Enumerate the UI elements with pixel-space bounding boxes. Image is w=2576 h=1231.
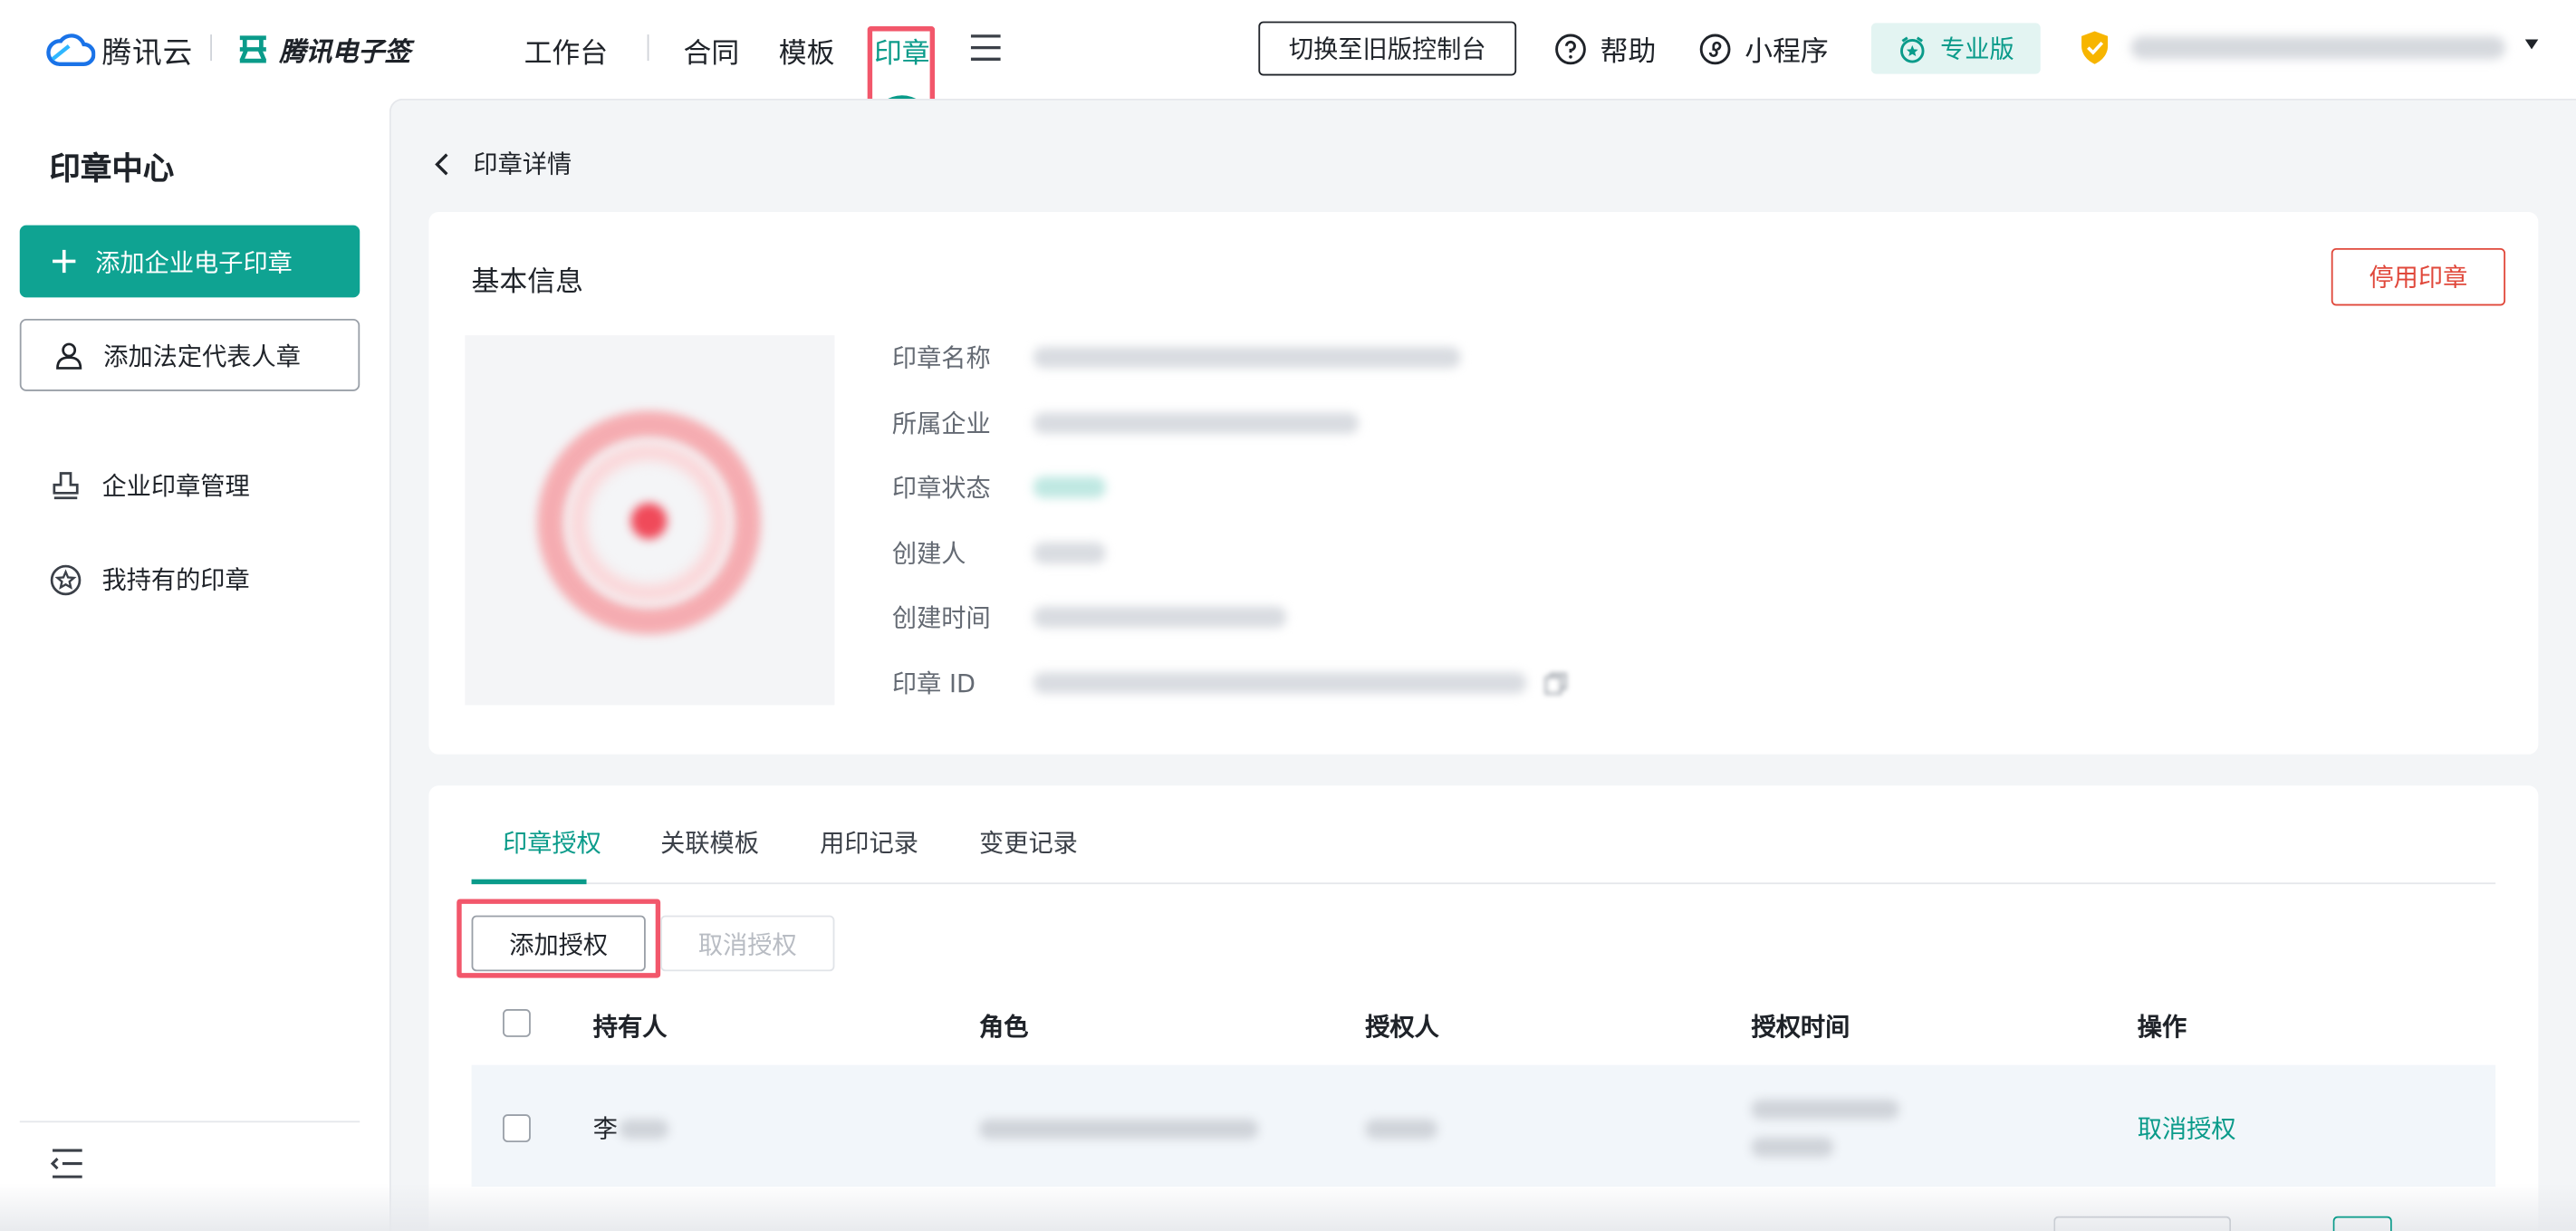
cancel-authorization-button[interactable]: 取消授权: [660, 915, 835, 972]
active-tab-indicator: [471, 879, 587, 885]
field-label: 创建时间: [891, 602, 991, 633]
star-badge-icon: [50, 563, 82, 595]
auth-date-redacted: [1751, 1099, 1899, 1120]
field-seal-id: 印章 ID: [892, 666, 1569, 700]
auth-time-redacted: [1751, 1137, 1834, 1158]
column-header-authorizer: 授权人: [1365, 1012, 1439, 1043]
sidebar-title: 印章中心: [49, 150, 175, 188]
disable-seal-button[interactable]: 停用印章: [2331, 247, 2506, 306]
basic-info-title: 基本信息: [471, 265, 583, 300]
plus-icon: [53, 249, 76, 274]
column-header-actions: 操作: [2137, 1012, 2187, 1043]
tab-linked-templates[interactable]: 关联模板: [660, 825, 759, 860]
esign-mark-icon: [239, 35, 267, 63]
copy-icon[interactable]: [1543, 669, 1569, 696]
menu-icon[interactable]: [969, 33, 1002, 63]
sidebar-item-my-seals[interactable]: 我持有的印章: [49, 563, 250, 597]
field-seal-name: 印章名称: [892, 341, 1461, 375]
page-size-select[interactable]: [2053, 1216, 2232, 1231]
account-dropdown-caret-icon[interactable]: [2524, 39, 2539, 50]
chevron-left-icon[interactable]: [434, 152, 454, 175]
select-all-checkbox[interactable]: [503, 1009, 531, 1037]
sidebar-item-company-seals[interactable]: 企业印章管理: [49, 468, 250, 503]
column-header-auth-time: 授权时间: [1751, 1012, 1850, 1043]
field-label: 创建人: [891, 539, 966, 569]
field-seal-status: 印章状态: [892, 470, 1106, 505]
mini-program-icon: [1699, 33, 1731, 64]
field-value-redacted: [1033, 606, 1287, 629]
nav-workbench[interactable]: 工作台: [524, 30, 609, 71]
account-name-redacted[interactable]: [2130, 35, 2506, 60]
help-icon: [1555, 33, 1586, 64]
collapse-sidebar-icon[interactable]: [49, 1147, 85, 1179]
sidebar-item-label: 企业印章管理: [101, 471, 250, 502]
verified-shield-icon: [2081, 31, 2109, 64]
nav-contract[interactable]: 合同: [684, 30, 740, 71]
field-value-redacted: [1033, 672, 1527, 694]
tab-change-records[interactable]: 变更记录: [979, 825, 1078, 860]
brand-cloud-name: 腾讯云: [101, 35, 194, 72]
add-company-seal-button[interactable]: 添加企业电子印章: [19, 225, 360, 298]
tencent-cloud-logo[interactable]: 腾讯云: [46, 30, 193, 72]
edition-label: 专业版: [1940, 34, 2014, 64]
role-redacted: [979, 1119, 1259, 1140]
row-checkbox[interactable]: [503, 1114, 531, 1143]
add-company-seal-label: 添加企业电子印章: [95, 247, 293, 277]
field-value-redacted: [1033, 412, 1360, 435]
switch-old-console-button[interactable]: 切换至旧版控制台: [1258, 21, 1517, 76]
authorizer-redacted: [1365, 1119, 1438, 1140]
person-icon: [56, 342, 82, 370]
breadcrumb[interactable]: 印章详情: [434, 146, 572, 180]
seal-star-icon: [630, 503, 668, 540]
sidebar-divider: [19, 1120, 360, 1123]
edition-icon: [1899, 35, 1925, 63]
column-header-holder: 持有人: [592, 1012, 668, 1043]
holder-name-redacted: [619, 1119, 669, 1140]
row-cancel-authorization-link[interactable]: 取消授权: [2138, 1111, 2236, 1146]
help-link[interactable]: 帮助: [1554, 28, 1656, 69]
detail-tabs: [471, 785, 2496, 885]
page-title: 印章详情: [473, 149, 572, 179]
authorization-card: 印章授权 关联模板 用印记录 变更记录 添加授权 取消授权 持有人 角色 授权人…: [428, 785, 2539, 1231]
stamp-icon: [53, 471, 79, 499]
help-label: 帮助: [1600, 35, 1657, 70]
edition-badge[interactable]: 专业版: [1870, 23, 2041, 74]
field-value-redacted: [1033, 346, 1461, 369]
brand-esign-name: 腾讯电子签: [279, 35, 411, 68]
field-label: 印章状态: [891, 473, 991, 504]
esign-logo[interactable]: 腾讯电子签: [236, 30, 410, 70]
nav-divider: [647, 34, 649, 62]
mini-program-link[interactable]: 小程序: [1698, 28, 1829, 70]
cloud-icon: [46, 34, 96, 66]
field-company: 所属企业: [891, 406, 1360, 440]
tab-seal-authorization[interactable]: 印章授权: [503, 825, 601, 860]
add-legal-rep-seal-label: 添加法定代表人章: [103, 341, 301, 371]
logo-divider: [210, 34, 212, 62]
field-value-redacted: [1033, 542, 1106, 564]
field-label: 印章名称: [891, 343, 991, 373]
holder-name-prefix: 李: [592, 1114, 619, 1144]
field-label: 所属企业: [891, 409, 991, 439]
field-value-redacted: [1033, 476, 1106, 498]
main-content: 印章详情 基本信息 停用印章 印章名称 所属企业 印章状态 创建人 创建时间 印…: [389, 98, 2576, 1231]
column-header-role: 角色: [979, 1012, 1029, 1043]
page-button-current[interactable]: [2332, 1216, 2392, 1231]
sidebar: 印章中心 添加企业电子印章 添加法定代表人章 企业印章管理 我持有的印章: [0, 98, 389, 1231]
sidebar-item-label: 我持有的印章: [101, 565, 250, 595]
highlight-add-authorization: [457, 899, 661, 978]
basic-info-card: 基本信息 停用印章 印章名称 所属企业 印章状态 创建人 创建时间 印章 ID: [428, 212, 2539, 755]
mini-program-label: 小程序: [1745, 35, 1829, 70]
add-legal-rep-seal-button[interactable]: 添加法定代表人章: [19, 318, 360, 391]
field-created-time: 创建时间: [891, 600, 1287, 634]
field-creator: 创建人: [892, 535, 1106, 570]
tab-usage-records[interactable]: 用印记录: [820, 825, 918, 860]
seal-preview: [465, 335, 835, 706]
nav-template[interactable]: 模板: [779, 30, 835, 71]
top-navigation-bar: 腾讯云 腾讯电子签 工作台 合同 模板 印章 切换至旧版控制台 帮助 小程序 专…: [0, 0, 2576, 120]
field-label: 印章 ID: [891, 668, 976, 699]
